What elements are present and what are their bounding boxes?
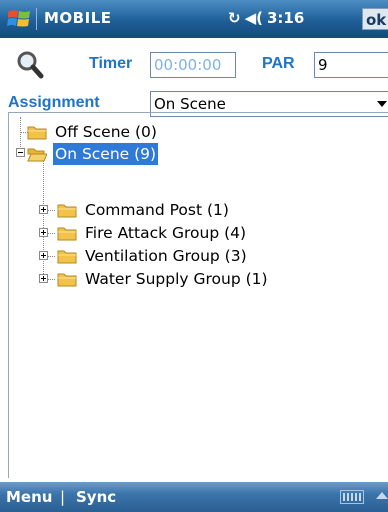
timer-field[interactable]: 00:00:00: [150, 52, 236, 78]
windows-start-icon[interactable]: [6, 6, 32, 32]
magnifier-icon[interactable]: [16, 50, 44, 80]
collapse-icon[interactable]: [16, 148, 25, 157]
folder-icon: [57, 227, 77, 241]
assignment-value: On Scene: [154, 95, 226, 113]
soft-key-bar: Menu | Sync: [0, 482, 388, 512]
app-title: MOBILE: [44, 9, 112, 27]
keyboard-icon[interactable]: [340, 490, 364, 504]
tree-item-label: Water Supply Group (1): [85, 270, 268, 288]
speaker-icon[interactable]: ◀(: [245, 9, 263, 27]
status-area[interactable]: ↻ ◀(3:16: [228, 9, 308, 27]
tree-item-label: On Scene (9): [53, 143, 159, 165]
ok-button[interactable]: ok: [362, 8, 388, 30]
assignment-label: Assignment: [8, 94, 100, 111]
softkey-separator: |: [60, 488, 66, 506]
tree-connector: [43, 161, 44, 278]
tree-item-label: Fire Attack Group (4): [85, 224, 247, 242]
timer-label: Timer: [89, 55, 133, 72]
expand-icon[interactable]: [39, 251, 48, 260]
clock-time[interactable]: 3:16: [267, 9, 304, 27]
expand-icon[interactable]: [39, 274, 48, 283]
folder-icon: [57, 273, 77, 287]
sync-softkey[interactable]: Sync: [76, 488, 116, 506]
tree-item-label: Ventilation Group (3): [85, 247, 247, 265]
expand-icon[interactable]: [39, 205, 48, 214]
tree-item-label: Command Post (1): [85, 201, 229, 219]
folder-icon: [27, 126, 47, 140]
expand-icon[interactable]: [39, 228, 48, 237]
assignment-tree[interactable]: Off Scene (0) On Scene (9) Command Post …: [8, 112, 388, 478]
chevron-down-icon[interactable]: [377, 101, 387, 107]
par-label: PAR: [262, 55, 295, 72]
folder-icon: [57, 204, 77, 218]
folder-open-icon: [27, 148, 47, 162]
tree-connector: [20, 117, 21, 151]
title-bar: MOBILE ↻ ◀(3:16 ok: [0, 0, 388, 38]
sync-arrows-icon[interactable]: ↻: [228, 9, 241, 27]
menu-softkey[interactable]: Menu: [6, 488, 52, 506]
title-separator: [36, 8, 37, 30]
par-field[interactable]: 9: [314, 52, 388, 78]
folder-icon: [57, 250, 77, 264]
tree-item-label: Off Scene (0): [55, 123, 157, 141]
up-arrow-icon[interactable]: [376, 492, 388, 499]
